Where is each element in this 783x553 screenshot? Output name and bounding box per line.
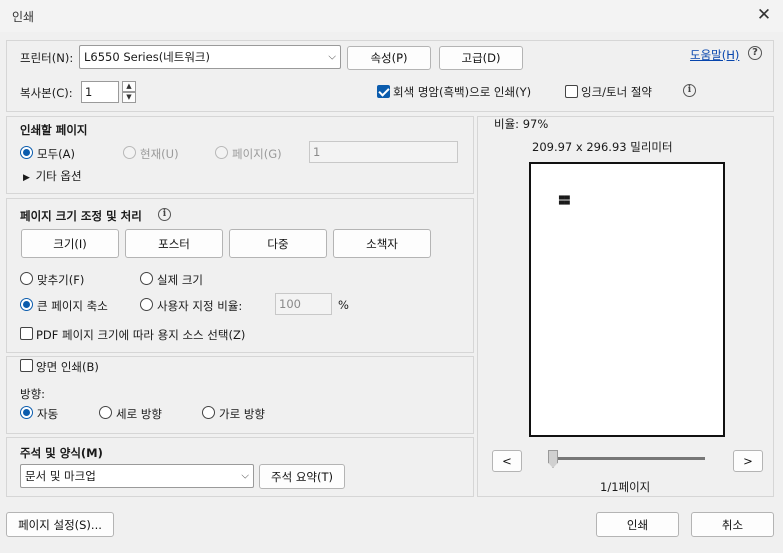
radio-custom-scale[interactable]: [140, 298, 153, 311]
radio-orientation-auto[interactable]: [20, 406, 33, 419]
radio-fit[interactable]: [20, 272, 33, 285]
pdf-source-checkbox[interactable]: [20, 327, 33, 340]
properties-button[interactable]: 속성(P): [347, 46, 431, 70]
chevron-down-icon: ⌵: [241, 470, 249, 482]
radio-current[interactable]: [123, 146, 136, 159]
radio-pages[interactable]: [215, 146, 228, 159]
copies-increment[interactable]: ▲: [122, 81, 136, 92]
radio-landscape-label: 가로 방향: [219, 407, 265, 421]
chevron-down-icon: ⌵: [328, 51, 336, 63]
advanced-button[interactable]: 고급(D): [439, 46, 523, 70]
preview-content-mark: ▀▀ ▀▀: [559, 196, 570, 209]
preview-page: ▀▀ ▀▀: [529, 162, 725, 437]
pages-range-input[interactable]: 1: [309, 141, 458, 163]
sizing-info-icon[interactable]: i: [158, 208, 171, 221]
printer-label: 프린터(N):: [20, 51, 74, 65]
help-link[interactable]: 도움말(H): [690, 47, 739, 63]
pages-title: 인쇄할 페이지: [20, 123, 88, 137]
comments-title: 주석 및 양식(M): [20, 446, 103, 460]
cancel-button[interactable]: 취소: [691, 512, 774, 537]
copies-value: 1: [85, 85, 93, 99]
printer-select-value: L6550 Series(네트워크): [84, 50, 210, 64]
pages-range-value: 1: [313, 145, 321, 159]
printer-select[interactable]: L6550 Series(네트워크) ⌵: [79, 45, 341, 69]
radio-all-label: 모두(A): [37, 147, 75, 161]
multiple-button[interactable]: 다중: [229, 229, 327, 258]
preview-scale: 비율: 97%: [494, 117, 549, 131]
radio-fit-label: 맞추기(F): [37, 273, 85, 287]
copies-decrement[interactable]: ▼: [122, 92, 136, 103]
booklet-button[interactable]: 소책자: [333, 229, 431, 258]
title-bar: [0, 0, 783, 32]
grayscale-checkbox[interactable]: [377, 85, 390, 98]
window-title: 인쇄: [12, 10, 35, 24]
sizing-title: 페이지 크기 조정 및 처리: [20, 209, 142, 223]
comments-select[interactable]: 문서 및 마크업 ⌵: [20, 464, 254, 488]
radio-shrink[interactable]: [20, 298, 33, 311]
radio-actual-size[interactable]: [140, 272, 153, 285]
radio-landscape[interactable]: [202, 406, 215, 419]
more-options-label: 기타 옵션: [35, 169, 82, 183]
comments-select-value: 문서 및 마크업: [25, 469, 96, 483]
poster-button[interactable]: 포스터: [125, 229, 223, 258]
prev-page-button[interactable]: <: [492, 450, 522, 472]
page-setup-button[interactable]: 페이지 설정(S)...: [6, 512, 114, 537]
copies-input[interactable]: 1: [81, 81, 119, 103]
radio-orientation-auto-label: 자동: [37, 407, 59, 421]
pdf-source-label: PDF 페이지 크기에 따라 용지 소스 선택(Z): [36, 328, 246, 342]
orientation-label: 방향:: [20, 387, 46, 401]
triangle-right-icon: ▶: [23, 173, 30, 183]
more-options-toggle[interactable]: ▶ 기타 옵션: [23, 168, 82, 184]
copies-label: 복사본(C):: [20, 86, 73, 100]
duplex-label: 양면 인쇄(B): [36, 360, 99, 374]
custom-scale-value: 100: [279, 297, 301, 311]
duplex-checkbox[interactable]: [20, 359, 33, 372]
help-icon[interactable]: ?: [748, 46, 762, 60]
close-icon[interactable]: ✕: [753, 4, 775, 26]
info-icon[interactable]: i: [683, 84, 696, 97]
radio-portrait-label: 세로 방향: [116, 407, 162, 421]
page-slider-track[interactable]: [550, 457, 705, 460]
percent-label: %: [338, 298, 349, 312]
save-ink-label: 잉크/토너 절약: [581, 85, 653, 99]
radio-pages-label: 페이지(G): [232, 147, 282, 161]
custom-scale-input[interactable]: 100: [275, 293, 332, 315]
radio-shrink-label: 큰 페이지 축소: [37, 299, 108, 313]
radio-actual-size-label: 실제 크기: [157, 273, 203, 287]
save-ink-checkbox[interactable]: [565, 85, 578, 98]
radio-custom-scale-label: 사용자 지정 비율:: [157, 299, 243, 313]
next-page-button[interactable]: >: [733, 450, 763, 472]
grayscale-label: 회색 명암(흑백)으로 인쇄(Y): [393, 85, 532, 99]
preview-dimensions: 209.97 x 296.93 밀리미터: [532, 140, 673, 154]
comment-summary-button[interactable]: 주석 요약(T): [259, 464, 345, 489]
radio-portrait[interactable]: [99, 406, 112, 419]
size-button[interactable]: 크기(I): [21, 229, 119, 258]
print-button[interactable]: 인쇄: [596, 512, 679, 537]
radio-current-label: 현재(U): [140, 147, 179, 161]
radio-all[interactable]: [20, 146, 33, 159]
page-indicator: 1/1페이지: [600, 480, 651, 494]
